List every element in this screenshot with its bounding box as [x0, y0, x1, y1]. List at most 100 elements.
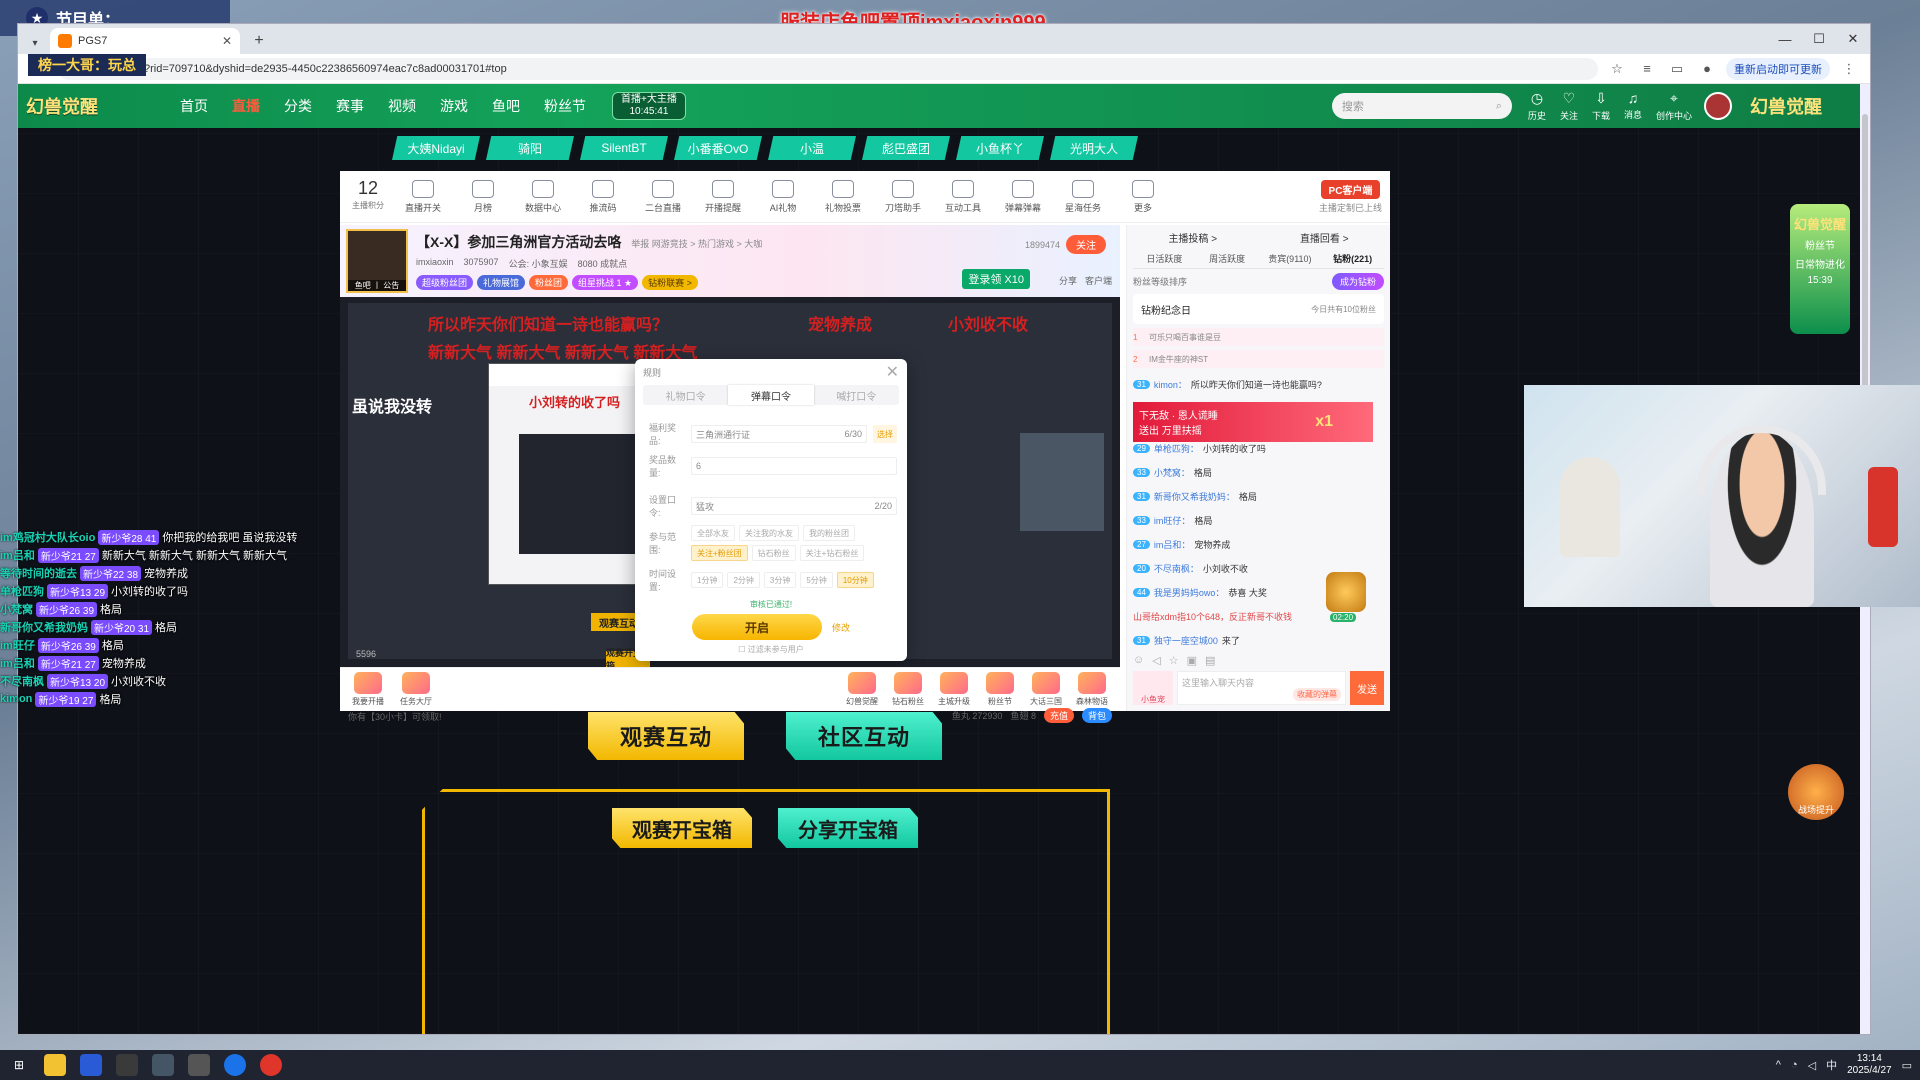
tool-live-switch[interactable]: 直播开关 [398, 179, 448, 214]
chat-user[interactable]: 单枪匹狗： [1154, 442, 1199, 455]
tool-dota-helper[interactable]: 刀塔助手 [878, 179, 928, 214]
nav-item-fanfest[interactable]: 粉丝节 [544, 96, 586, 116]
speaker-icon[interactable]: ◁ [1152, 654, 1160, 667]
client-button[interactable]: 客户端 [1085, 274, 1112, 287]
modify-link[interactable]: 修改 [832, 621, 850, 634]
tool-second-stream[interactable]: 二台直播 [638, 179, 688, 214]
open-button[interactable]: 开启 [691, 614, 822, 640]
filter-checkbox[interactable]: ☐ 过滤未参与用户 [635, 644, 907, 655]
tool-data-center[interactable]: 数据中心 [518, 179, 568, 214]
volume-icon[interactable]: ◁ [1808, 1059, 1816, 1072]
tool-monthly[interactable]: 月榜 [458, 179, 508, 214]
network-icon[interactable]: ◔ [1791, 1059, 1798, 1071]
tool-live-reminder[interactable]: 开播提醒 [698, 179, 748, 214]
chat-user[interactable]: im旺仔： [1154, 514, 1191, 527]
tab-gift-command[interactable]: 礼物口令 [643, 385, 728, 405]
share-box-button[interactable]: 分享开宝箱 [778, 808, 918, 848]
app-icon[interactable] [44, 1054, 66, 1076]
profile-icon[interactable]: ● [1696, 58, 1718, 80]
nav-item-video[interactable]: 视频 [388, 96, 416, 116]
tool-more[interactable]: 更多 [1118, 179, 1168, 214]
streamer-tab-5[interactable]: 小温 [768, 136, 856, 160]
signin-reward-button[interactable]: 登录领 X10 [962, 269, 1030, 289]
bookmark-star-icon[interactable]: ☆ [1606, 58, 1628, 80]
tool-interactive[interactable]: 互动工具 [938, 179, 988, 214]
browser-tab[interactable]: PGS7 ✕ [50, 28, 240, 54]
ime-indicator[interactable]: 中 [1826, 1057, 1837, 1073]
close-icon[interactable]: ✕ [886, 362, 899, 382]
download-tool[interactable]: ⇩ 下载 [1592, 90, 1610, 122]
user-avatar[interactable] [1704, 92, 1732, 120]
streamer-tab-6[interactable]: 彪巴盛团 [862, 136, 950, 160]
anniversary-card[interactable]: 钻粉纪念日 今日共有10位粉丝 [1133, 294, 1384, 324]
share-button[interactable]: 分享 [1059, 274, 1077, 287]
scope-chip[interactable]: 钻石粉丝 [751, 545, 796, 561]
prize-input[interactable]: 三角洲通行证 6/30 [691, 425, 867, 443]
gift-item[interactable]: 大话三国 [1026, 672, 1066, 707]
live-timer-pill[interactable]: 首播+大主播 10:45:41 [612, 92, 686, 120]
new-tab-icon[interactable]: + [246, 28, 272, 54]
history-tool[interactable]: ◷ 历史 [1528, 90, 1546, 122]
badge-star-challenge[interactable]: 组星挑战 1 ★ [572, 275, 639, 290]
replay-link[interactable]: 直播回看 > [1300, 230, 1349, 245]
url-field[interactable]: om/topic/PGS7?rid=709710&dyshid=de2935-4… [58, 57, 1598, 80]
event-float-widget[interactable]: 幻兽觉醒 粉丝节 日常物进化 15:39 [1790, 204, 1850, 334]
menu-kebab-icon[interactable]: ⋮ [1838, 58, 1860, 80]
badge-super-fans[interactable]: 超级粉丝团 [416, 275, 474, 290]
gift-item[interactable]: 粉丝节 [980, 672, 1020, 707]
message-tool[interactable]: ♫ 消息 [1624, 90, 1642, 122]
nickname-badge[interactable]: 小鱼宠 [1133, 671, 1173, 705]
scope-chip[interactable]: 全部水友 [691, 525, 735, 541]
chat-user[interactable]: 我是男妈妈owo： [1154, 586, 1225, 599]
nav-item-games[interactable]: 游戏 [440, 96, 468, 116]
nav-item-category[interactable]: 分类 [284, 96, 312, 116]
room-category[interactable]: 举报 网游竞技 > 热门游戏 > 大咖 [631, 239, 762, 249]
watch-box-button[interactable]: 观赛开宝箱 [612, 808, 752, 848]
pc-client-button[interactable]: PC客户端 主播定制已上线 [1319, 179, 1382, 214]
scope-chip-selected[interactable]: 关注+粉丝团 [691, 545, 748, 561]
gift-icon[interactable]: ▣ [1187, 654, 1197, 667]
event-banner[interactable]: 幻兽觉醒 [1750, 86, 1870, 126]
saved-danmaku-button[interactable]: 收藏的弹幕 [1293, 688, 1341, 701]
app-icon[interactable] [152, 1054, 174, 1076]
bag-button[interactable]: 背包 [1081, 708, 1112, 723]
card-icon[interactable]: ▤ [1205, 654, 1215, 667]
scope-chip[interactable]: 关注我的水友 [739, 525, 799, 541]
app-icon[interactable] [260, 1054, 282, 1076]
chat-user[interactable]: 不尽南枫： [1154, 562, 1199, 575]
host-score[interactable]: 12 主播积分 [348, 179, 388, 215]
watch-interact-button[interactable]: 观赛互动 [588, 712, 744, 760]
streamer-tab-8[interactable]: 光明大人 [1050, 136, 1138, 160]
gift-item[interactable]: 幻兽觉醒 [842, 672, 882, 707]
start-icon[interactable]: ⊞ [8, 1054, 30, 1076]
quantity-input[interactable]: 6 [691, 457, 897, 475]
scope-chip[interactable]: 关注+钻石粉丝 [799, 545, 865, 561]
command-input[interactable]: 猛攻 2/20 [691, 497, 897, 515]
host-name[interactable]: imxiaoxin [416, 257, 454, 270]
corner-rank-badge[interactable]: 战场提升 [1788, 764, 1844, 820]
tool-ai-gift[interactable]: AI礼物 [758, 179, 808, 214]
search-icon[interactable]: ⌕ [1496, 100, 1502, 113]
chat-user[interactable]: 小梵窝： [1154, 466, 1190, 479]
tab-vip[interactable]: 贵宾(9110) [1259, 249, 1322, 268]
gift-item[interactable]: 森林物语 [1072, 672, 1112, 707]
recharge-button[interactable]: 充值 [1043, 708, 1074, 723]
tab-weekly[interactable]: 周活跃度 [1196, 249, 1259, 268]
nav-item-events[interactable]: 赛事 [336, 96, 364, 116]
free-card-notice[interactable]: 你有【30小卡】可领取! [348, 710, 442, 723]
tool-danmaku[interactable]: 弹幕弹幕 [998, 179, 1048, 214]
time-chip-selected[interactable]: 10分钟 [836, 572, 874, 588]
app-icon[interactable] [80, 1054, 102, 1076]
nav-item-live[interactable]: 直播 [232, 96, 260, 116]
chat-input[interactable]: 这里输入聊天内容 收藏的弹幕 [1177, 671, 1346, 705]
tab-danmaku-command[interactable]: 弹幕口令 [728, 385, 814, 405]
close-window-icon[interactable]: ✕ [1836, 31, 1870, 47]
nav-item-fishbar[interactable]: 鱼吧 [492, 96, 520, 116]
nav-item-home[interactable]: 首页 [180, 96, 208, 116]
time-chip[interactable]: 3分钟 [763, 572, 797, 588]
maximize-icon[interactable]: ☐ [1802, 31, 1836, 47]
gift-item[interactable]: 钻石粉丝 [888, 672, 928, 707]
streamer-tab-3[interactable]: SilentBT [580, 136, 668, 160]
tab-diamond-fans[interactable]: 钻粉(221) [1321, 249, 1384, 268]
chat-user[interactable]: kimon： [1154, 378, 1187, 391]
